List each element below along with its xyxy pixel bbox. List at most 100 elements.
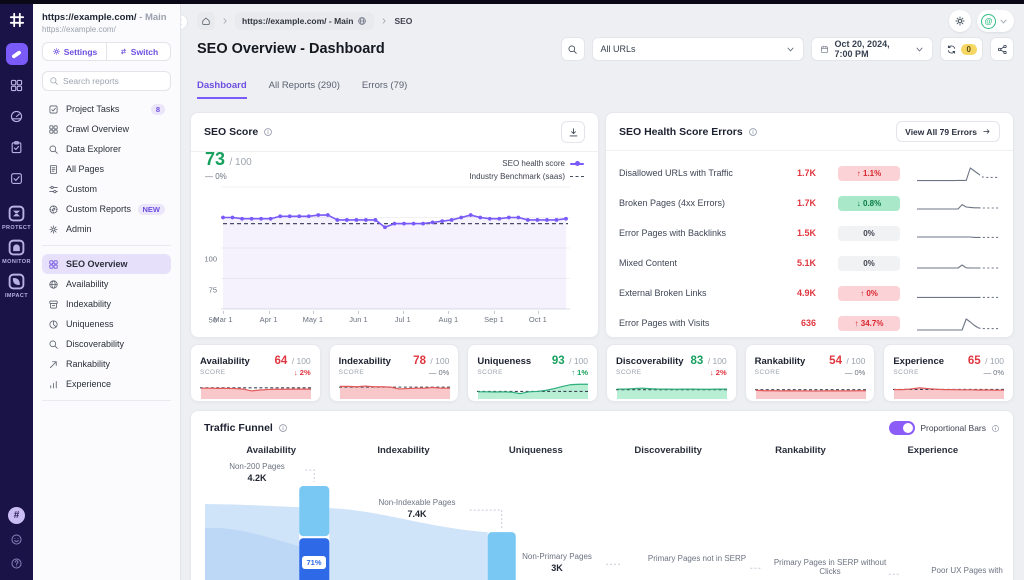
card-sparkline (893, 380, 1005, 400)
calendar-icon (820, 45, 829, 54)
seo-score-panel: SEO Score 73 / 100 — 0% SEO health score… (190, 112, 599, 338)
info-icon[interactable] (278, 423, 288, 433)
score-card-experience[interactable]: Experience 65 / 100 SCORE — 0% (883, 344, 1014, 402)
protect-label: PROTECT (2, 225, 31, 231)
download-icon (568, 127, 579, 138)
rail-impact-button[interactable]: IMPACT (5, 272, 28, 299)
rail-help-button[interactable] (8, 555, 25, 572)
info-icon[interactable] (991, 424, 1000, 433)
sidebar-item-rankability[interactable]: Rankability (42, 354, 171, 374)
sidebar-item-custom-reports[interactable]: Custom ReportsNEW (42, 199, 171, 219)
legend-benchmark-label: Industry Benchmark (saas) (469, 172, 565, 181)
funnel-chart[interactable]: Non-200 Pages4.2KNon-Indexable Pages7.4K… (205, 462, 999, 580)
sidebar-item-data-explorer[interactable]: Data Explorer (42, 139, 171, 159)
search-icon (567, 44, 578, 55)
date-picker[interactable]: Oct 20, 2024, 7:00 PM (811, 37, 933, 61)
card-score-max: / 100 (708, 356, 727, 366)
item-badge: NEW (138, 204, 166, 215)
breadcrumb-project[interactable]: https://example.com/ - Main (235, 12, 374, 30)
sidebar-item-crawl-overview[interactable]: Crawl Overview (42, 119, 171, 139)
rail-shortcuts-button[interactable]: # (8, 507, 25, 524)
refresh-button[interactable]: 0 (940, 37, 983, 61)
score-card-indexability[interactable]: Indexability 78 / 100 SCORE — 0% (329, 344, 460, 402)
sidebar-item-experience[interactable]: Experience (42, 374, 171, 394)
sidebar-item-indexability[interactable]: Indexability (42, 294, 171, 314)
error-label: Mixed Content (619, 258, 776, 268)
rail-apps-button[interactable] (6, 74, 28, 96)
chevron-down-icon (999, 17, 1008, 26)
info-icon[interactable] (748, 127, 758, 137)
score-card-discoverability[interactable]: Discoverability 83 / 100 SCORE ↓ 2% (606, 344, 737, 402)
card-score: 54 (829, 355, 842, 367)
error-row-error-pages-with-backlinks[interactable]: Error Pages with Backlinks 1.5K 0% (619, 218, 1000, 248)
proportional-bars-toggle[interactable] (889, 421, 915, 435)
error-row-mixed-content[interactable]: Mixed Content 5.1K 0% (619, 248, 1000, 278)
sidebar-item-availability[interactable]: Availability (42, 274, 171, 294)
download-chart-button[interactable] (561, 121, 585, 143)
score-card-uniqueness[interactable]: Uniqueness 93 / 100 SCORE ↑ 1% (467, 344, 598, 402)
project-title-suffix: - Main (137, 12, 167, 23)
rail-tasks-button[interactable] (6, 167, 28, 189)
error-row-disallowed-urls-with-traffic[interactable]: Disallowed URLs with Traffic 1.7K ↑ 1.1% (619, 158, 1000, 188)
info-icon[interactable] (263, 127, 273, 137)
arrow-right-icon (982, 127, 991, 136)
card-score-max: / 100 (569, 356, 588, 366)
sidebar-item-seo-overview[interactable]: SEO Overview (42, 254, 171, 274)
seo-score-chart[interactable]: 0255075100 Mar 1Apr 1May 1Jun 1Jul 1Aug … (197, 185, 588, 325)
check-square-icon (9, 171, 24, 186)
breadcrumb: https://example.com/ - Main SEO (197, 11, 412, 31)
error-row-external-broken-links[interactable]: External Broken Links 4.9K ↑ 0% (619, 278, 1000, 308)
tab-all-reports-290[interactable]: All Reports (290) (269, 80, 340, 99)
rail-analyze-button[interactable] (6, 43, 28, 65)
score-card-rankability[interactable]: Rankability 54 / 100 SCORE — 0% (745, 344, 876, 402)
card-sparkline (755, 380, 867, 400)
tab-errors-79[interactable]: Errors (79) (362, 80, 407, 99)
seo-score-delta: — 0% (205, 172, 252, 181)
sidebar-item-admin[interactable]: Admin (42, 219, 171, 239)
rail-protect-button[interactable]: PROTECT (2, 204, 31, 231)
card-score: 78 (413, 355, 426, 367)
tab-dashboard[interactable]: Dashboard (197, 80, 247, 99)
search-reports-box[interactable] (42, 71, 171, 91)
rail-dashboard-button[interactable] (6, 105, 28, 127)
sidebar-item-uniqueness[interactable]: Uniqueness (42, 314, 171, 334)
x-axis-labels: Mar 1Apr 1May 1Jun 1Jul 1Aug 1Sep 1Oct 1 (221, 311, 588, 325)
error-row-error-pages-with-visits[interactable]: Error Pages with Visits 636 ↑ 34.7% (619, 308, 1000, 338)
rail-feedback-button[interactable] (8, 531, 25, 548)
impact-icon (7, 272, 26, 291)
card-score-max: / 100 (985, 356, 1004, 366)
sidebar-item-project-tasks[interactable]: Project Tasks8 (42, 99, 171, 119)
error-delta-badge: ↑ 34.7% (838, 316, 900, 331)
card-title: Rankability (755, 356, 830, 367)
traffic-funnel-title: Traffic Funnel (204, 422, 273, 434)
breadcrumb-section[interactable]: SEO (394, 16, 412, 26)
error-row-broken-pages-4xx-errors[interactable]: Broken Pages (4xx Errors) 1.7K ↓ 0.8% (619, 188, 1000, 218)
bars-icon (48, 379, 59, 390)
sidebar-item-custom[interactable]: Custom (42, 179, 171, 199)
score-card-availability[interactable]: Availability 64 / 100 SCORE ↓ 2% (190, 344, 321, 402)
project-title: https://example.com/ - Main (42, 12, 171, 23)
sidebar-item-all-pages[interactable]: All Pages (42, 159, 171, 179)
rail-reports-button[interactable] (6, 136, 28, 158)
sidebar-item-label: Data Explorer (66, 144, 165, 154)
settings-button[interactable]: Settings (42, 42, 107, 61)
sidebar-item-label: Uniqueness (66, 319, 165, 329)
card-score-max: / 100 (292, 356, 311, 366)
funnel-label-primary-pages-in-serp-without-clicks: Primary Pages in SERP without Clicks (770, 558, 890, 576)
rail-monitor-button[interactable]: MONITOR (2, 238, 31, 265)
settings-gear-button[interactable] (949, 10, 971, 32)
switch-project-button[interactable]: Switch (107, 42, 171, 61)
account-menu[interactable]: @ (977, 10, 1014, 32)
view-all-errors-button[interactable]: View All 79 Errors (896, 121, 1000, 142)
gauge-icon (9, 109, 24, 124)
url-filter-select[interactable]: All URLs (592, 37, 804, 61)
search-button[interactable] (561, 37, 585, 61)
breadcrumb-home-button[interactable] (197, 12, 215, 30)
search-reports-input[interactable] (63, 76, 164, 86)
share-button[interactable] (990, 37, 1014, 61)
gear-icon (52, 47, 61, 56)
error-sparkline (916, 222, 1000, 244)
compass-icon (48, 204, 59, 215)
sidebar-item-discoverability[interactable]: Discoverability (42, 334, 171, 354)
funnel-column-indexability: Indexability (337, 445, 469, 456)
